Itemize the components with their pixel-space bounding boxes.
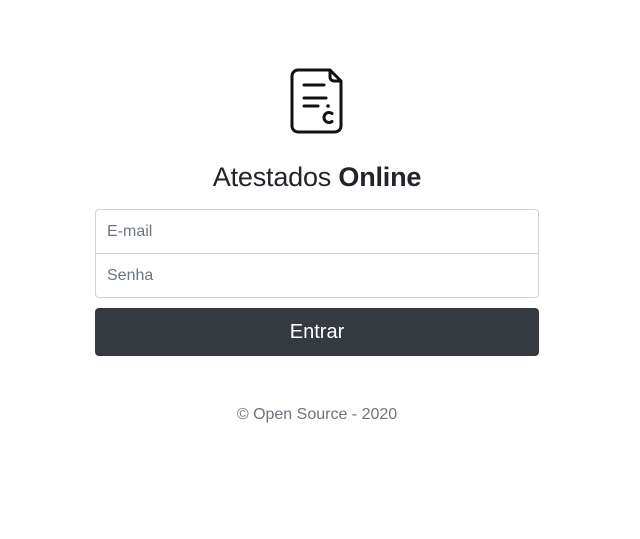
login-button[interactable]: Entrar (95, 308, 539, 356)
title-bold: Online (338, 162, 422, 192)
login-form (95, 209, 539, 298)
title-regular: Atestados (212, 162, 332, 192)
footer-copyright: © Open Source - 2020 (236, 406, 398, 423)
password-field[interactable] (95, 253, 539, 298)
login-page: Atestados Online Entrar © Open Source - … (0, 0, 640, 539)
page-title: Atestados Online (0, 158, 634, 196)
certificate-document-icon (290, 68, 344, 134)
email-field[interactable] (95, 209, 539, 254)
